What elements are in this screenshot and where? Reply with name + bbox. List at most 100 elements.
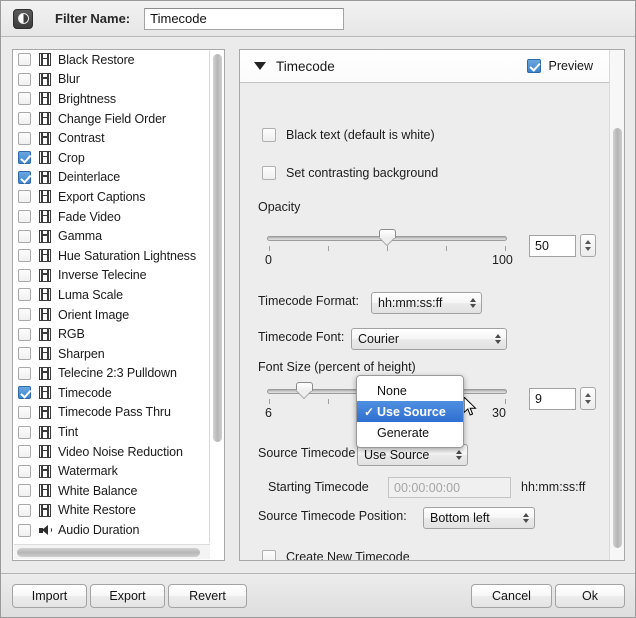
- filter-enable-checkbox[interactable]: [18, 503, 31, 517]
- filter-list-vertical-scrollbar[interactable]: [209, 51, 223, 543]
- preview-checkbox[interactable]: [526, 59, 541, 73]
- source-timecode-dropdown-menu[interactable]: None ✓ Use Source Generate: [356, 375, 464, 448]
- filter-enable-checkbox[interactable]: [18, 288, 31, 302]
- filter-list-item[interactable]: White Restore: [13, 501, 209, 521]
- filter-enable-checkbox[interactable]: [18, 425, 31, 439]
- filter-enable-checkbox[interactable]: [18, 347, 31, 361]
- create-new-timecode-label: Create New Timecode: [286, 550, 410, 561]
- create-new-timecode-checkbox[interactable]: [262, 550, 276, 560]
- filter-list-panel: Black Restore Blur Brightness Change Field …: [12, 49, 225, 561]
- contrasting-background-checkbox[interactable]: [262, 166, 276, 180]
- export-button[interactable]: Export: [90, 584, 165, 608]
- filter-list-item[interactable]: Black Restore: [13, 50, 209, 70]
- filter-list-item[interactable]: White Balance: [13, 481, 209, 501]
- filter-enable-checkbox[interactable]: [18, 92, 31, 106]
- filter-list-item[interactable]: Hue Saturation Lightness: [13, 246, 209, 266]
- detail-panel-vertical-scroll-thumb[interactable]: [613, 128, 622, 548]
- create-new-timecode-row[interactable]: Create New Timecode: [262, 550, 410, 561]
- filter-enable-checkbox[interactable]: [18, 445, 31, 459]
- filter-list-item[interactable]: Audio Duration: [13, 520, 209, 540]
- filter-list-horizontal-scrollbar[interactable]: [14, 544, 210, 559]
- filter-list-item[interactable]: Sharpen: [13, 344, 209, 364]
- filter-enable-checkbox[interactable]: [18, 72, 31, 86]
- black-text-checkbox[interactable]: [262, 128, 276, 142]
- filter-list-item-label: Timecode Pass Thru: [58, 405, 171, 420]
- filter-list-item[interactable]: Timecode Pass Thru: [13, 403, 209, 423]
- starting-timecode-label: Starting Timecode: [268, 480, 369, 494]
- filter-list-item[interactable]: Timecode: [13, 383, 209, 403]
- cancel-button[interactable]: Cancel: [471, 584, 552, 608]
- filter-list-item-label: Telecine 2:3 Pulldown: [58, 366, 177, 381]
- font-size-slider-thumb[interactable]: [296, 382, 313, 398]
- filter-list-item[interactable]: Luma Scale: [13, 285, 209, 305]
- filter-enable-checkbox[interactable]: [18, 249, 31, 263]
- opacity-stepper[interactable]: [580, 234, 596, 257]
- dropdown-menu-item[interactable]: Generate: [357, 422, 463, 443]
- filter-list-item[interactable]: Fade Video: [13, 207, 209, 227]
- film-icon: [39, 92, 51, 106]
- font-size-stepper[interactable]: [580, 387, 596, 410]
- filter-list-item[interactable]: Inverse Telecine: [13, 266, 209, 286]
- filter-name-input[interactable]: Timecode: [144, 7, 345, 30]
- filter-list-item[interactable]: Deinterlace: [13, 168, 209, 188]
- opacity-slider-thumb[interactable]: [379, 229, 396, 245]
- detail-panel-vertical-scrollbar[interactable]: [609, 50, 624, 560]
- font-size-value-field[interactable]: 9: [529, 388, 576, 410]
- timecode-font-select[interactable]: Courier: [351, 328, 507, 350]
- filter-enable-checkbox[interactable]: [18, 210, 31, 224]
- black-text-row[interactable]: Black text (default is white): [262, 128, 435, 142]
- timecode-format-select[interactable]: hh:mm:ss:ff: [371, 292, 482, 314]
- source-position-select[interactable]: Bottom left: [423, 507, 535, 529]
- dropdown-menu-item[interactable]: None: [357, 380, 463, 401]
- contrasting-background-row[interactable]: Set contrasting background: [262, 166, 438, 180]
- filter-enable-checkbox[interactable]: [18, 170, 31, 184]
- filter-list-item[interactable]: Crop: [13, 148, 209, 168]
- starting-timecode-field[interactable]: 00:00:00:00: [388, 477, 511, 498]
- filter-enable-checkbox[interactable]: [18, 112, 31, 126]
- source-position-value: Bottom left: [430, 511, 490, 525]
- filter-enable-checkbox[interactable]: [18, 366, 31, 380]
- contrast-icon: [13, 8, 33, 29]
- filter-enable-checkbox[interactable]: [18, 131, 31, 145]
- ok-button[interactable]: Ok: [555, 584, 625, 608]
- panel-header: Timecode Preview: [240, 50, 609, 83]
- filter-list-item[interactable]: Change Field Order: [13, 109, 209, 129]
- speaker-icon: [39, 524, 53, 537]
- filter-list-item[interactable]: Tint: [13, 422, 209, 442]
- filter-enable-checkbox[interactable]: [18, 327, 31, 341]
- filter-enable-checkbox[interactable]: [18, 229, 31, 243]
- filter-list-item[interactable]: Watermark: [13, 461, 209, 481]
- filter-list-item[interactable]: RGB: [13, 324, 209, 344]
- dropdown-menu-item[interactable]: ✓ Use Source: [357, 401, 463, 422]
- filter-list-vertical-scroll-thumb[interactable]: [213, 54, 222, 442]
- film-icon: [39, 347, 51, 361]
- filter-enable-checkbox[interactable]: [18, 53, 31, 67]
- filter-list-item[interactable]: Export Captions: [13, 187, 209, 207]
- filter-enable-checkbox[interactable]: [18, 268, 31, 282]
- filter-list-item[interactable]: Blur: [13, 70, 209, 90]
- filter-list-item[interactable]: Video Noise Reduction: [13, 442, 209, 462]
- filter-enable-checkbox[interactable]: [18, 386, 31, 400]
- filter-enable-checkbox[interactable]: [18, 190, 31, 204]
- opacity-value-field[interactable]: 50: [529, 235, 576, 257]
- font-size-label: Font Size (percent of height): [258, 360, 416, 374]
- filter-list-item[interactable]: Contrast: [13, 128, 209, 148]
- filter-list-item[interactable]: Audio Mixer: [13, 540, 209, 544]
- film-icon: [39, 249, 51, 263]
- filter-enable-checkbox[interactable]: [18, 523, 31, 537]
- filter-enable-checkbox[interactable]: [18, 464, 31, 478]
- import-button[interactable]: Import: [12, 584, 87, 608]
- filter-enable-checkbox[interactable]: [18, 308, 31, 322]
- filter-list-item[interactable]: Brightness: [13, 89, 209, 109]
- revert-button[interactable]: Revert: [168, 584, 247, 608]
- filter-list-item[interactable]: Gamma: [13, 226, 209, 246]
- preview-toggle[interactable]: Preview: [526, 59, 593, 73]
- filter-enable-checkbox[interactable]: [18, 405, 31, 419]
- filter-list-item-label: White Balance: [58, 483, 138, 498]
- filter-list-item[interactable]: Telecine 2:3 Pulldown: [13, 364, 209, 384]
- filter-list-item[interactable]: Orient Image: [13, 305, 209, 325]
- filter-enable-checkbox[interactable]: [18, 484, 31, 498]
- filter-enable-checkbox[interactable]: [18, 151, 31, 165]
- filter-list-horizontal-scroll-thumb[interactable]: [17, 548, 200, 557]
- triangle-down-icon[interactable]: [254, 62, 266, 70]
